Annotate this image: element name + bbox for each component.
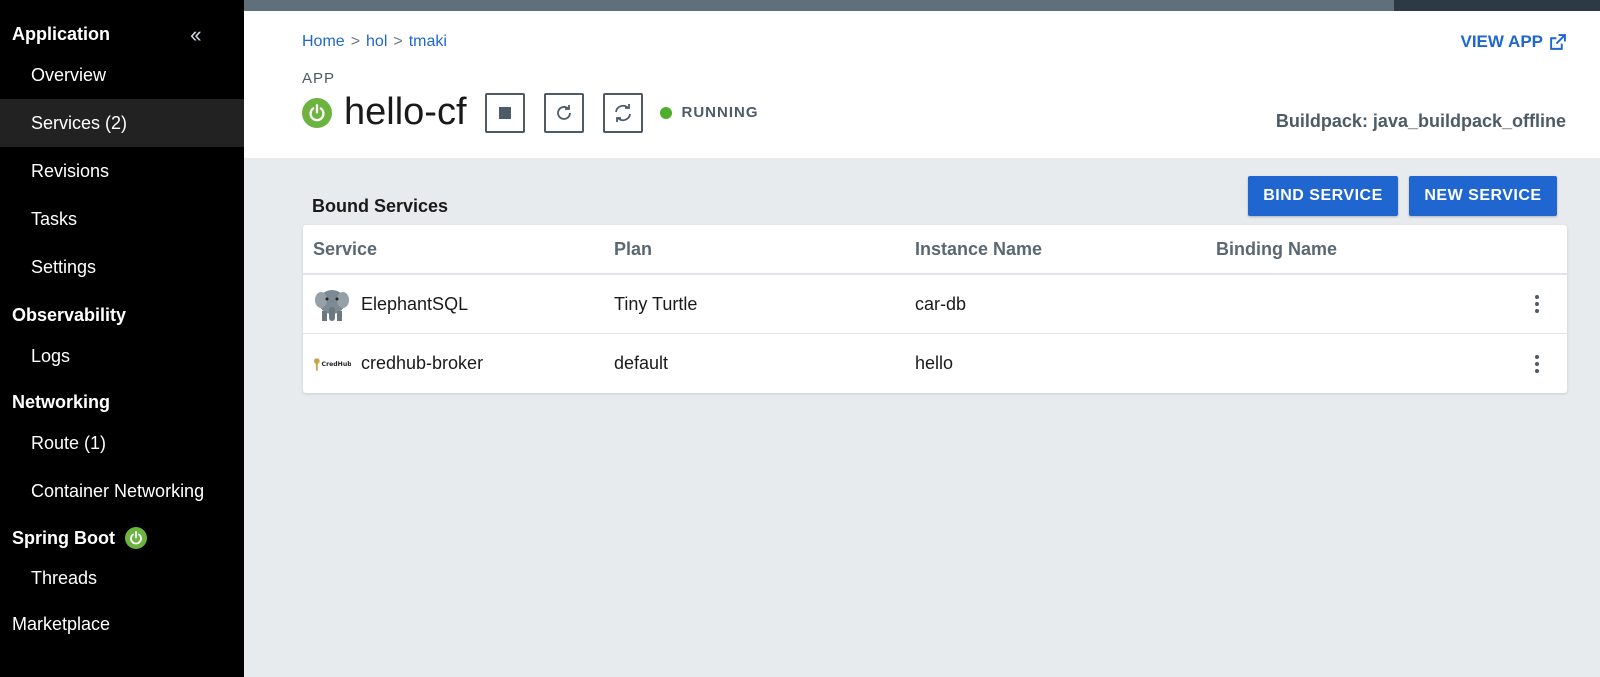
sidebar-item-services[interactable]: Services (2)	[0, 99, 244, 147]
elephant-icon	[313, 285, 351, 323]
view-app-label: VIEW APP	[1460, 32, 1544, 51]
spring-power-icon	[302, 97, 332, 128]
bound-services-table: Service Plan Instance Name Binding Name	[303, 225, 1567, 393]
stop-icon	[498, 106, 511, 119]
breadcrumb-home[interactable]: Home	[302, 33, 345, 51]
external-link-icon	[1550, 33, 1566, 50]
sidebar-item-marketplace[interactable]: Marketplace	[12, 614, 110, 635]
breadcrumb-separator: >	[393, 33, 403, 50]
breadcrumb: Home > hol > tmaki	[302, 33, 447, 51]
sidebar-section-spring-boot: Spring Boot	[12, 527, 147, 549]
section-title: Marketplace	[12, 614, 111, 634]
sidebar-item-label: Overview	[31, 64, 107, 85]
actions-cell	[1507, 291, 1567, 317]
sidebar-item-label: Logs	[31, 345, 71, 366]
breadcrumb-space[interactable]: tmaki	[409, 33, 447, 51]
table-row[interactable]: CredHub credhub-broker default hello	[303, 334, 1567, 393]
sidebar-item-route[interactable]: Route (1)	[0, 419, 244, 467]
section-title: Networking	[12, 392, 111, 412]
sidebar: ‹‹ Application Overview Services (2) Rev…	[0, 0, 244, 677]
restage-icon	[614, 103, 631, 122]
sidebar-item-tasks[interactable]: Tasks	[0, 195, 244, 243]
spring-power-icon	[124, 527, 147, 549]
bound-services-title: Bound Services	[312, 196, 449, 216]
column-instance-name[interactable]: Instance Name	[905, 239, 1206, 260]
sidebar-section-application: Application	[12, 24, 110, 45]
more-options-icon[interactable]	[1531, 291, 1543, 317]
instance-name-cell: hello	[915, 353, 954, 373]
service-cell: CredHub credhub-broker	[303, 345, 604, 383]
plan-cell: Tiny Turtle	[614, 293, 698, 314]
buildpack-label: Buildpack: java_buildpack_offline	[1275, 111, 1566, 131]
table-header: Service Plan Instance Name Binding Name	[303, 225, 1567, 275]
section-title: Application	[12, 24, 110, 44]
svg-text:CredHub: CredHub	[322, 360, 351, 367]
column-binding-name[interactable]: Binding Name	[1206, 239, 1507, 260]
app-header: Home > hol > tmaki VIEW APP APP hello-cf…	[244, 11, 1600, 158]
status-label: RUNNING	[681, 104, 759, 121]
sidebar-section-networking: Networking	[12, 392, 110, 413]
column-service[interactable]: Service	[303, 239, 604, 260]
service-name: credhub-broker	[361, 353, 484, 373]
sidebar-item-threads[interactable]: Threads	[0, 554, 244, 602]
sidebar-item-settings[interactable]: Settings	[0, 243, 244, 291]
credhub-logo-icon: CredHub	[313, 345, 351, 383]
new-service-button[interactable]: NEW SERVICE	[1409, 176, 1557, 216]
app-status: RUNNING	[659, 104, 759, 121]
service-cell: ElephantSQL	[303, 285, 604, 323]
restage-button[interactable]	[602, 92, 643, 133]
table-row[interactable]: ElephantSQL Tiny Turtle car-db	[303, 275, 1567, 334]
sidebar-section-observability: Observability	[12, 305, 126, 326]
sidebar-item-logs[interactable]: Logs	[0, 332, 244, 380]
actions-cell	[1507, 351, 1567, 377]
running-status-icon	[659, 106, 672, 119]
stop-button[interactable]	[484, 92, 525, 133]
service-name: ElephantSQL	[361, 293, 469, 314]
view-app-link[interactable]: VIEW APP	[1461, 32, 1567, 52]
sidebar-item-label: Revisions	[31, 160, 110, 181]
sidebar-item-revisions[interactable]: Revisions	[0, 147, 244, 195]
breadcrumb-separator: >	[350, 33, 361, 50]
section-title: Observability	[12, 305, 127, 325]
top-strip-dark	[1394, 0, 1600, 11]
sidebar-item-container-networking[interactable]: Container Networking	[0, 467, 244, 515]
sidebar-item-overview[interactable]: Overview	[0, 51, 244, 99]
app-name: hello-cf	[344, 91, 467, 133]
restart-icon	[556, 104, 571, 120]
sidebar-item-label: Tasks	[31, 208, 78, 229]
sidebar-item-label: Route (1)	[31, 432, 107, 453]
plan-cell: default	[614, 353, 669, 373]
sidebar-item-label: Settings	[31, 256, 97, 277]
collapse-sidebar-icon[interactable]: ‹‹	[190, 22, 202, 48]
instance-name-cell: car-db	[915, 293, 967, 314]
section-title: Spring Boot	[12, 527, 115, 548]
column-plan[interactable]: Plan	[604, 239, 905, 260]
app-kicker: APP	[302, 70, 336, 87]
breadcrumb-org[interactable]: hol	[366, 33, 387, 51]
app-title-row: hello-cf RUNNING	[302, 91, 759, 134]
restart-button[interactable]	[543, 92, 584, 133]
bind-service-button[interactable]: BIND SERVICE	[1248, 176, 1398, 216]
more-options-icon[interactable]	[1531, 351, 1543, 377]
sidebar-item-label: Services (2)	[31, 112, 128, 133]
sidebar-item-label: Container Networking	[31, 480, 205, 501]
sidebar-item-label: Threads	[31, 567, 98, 588]
